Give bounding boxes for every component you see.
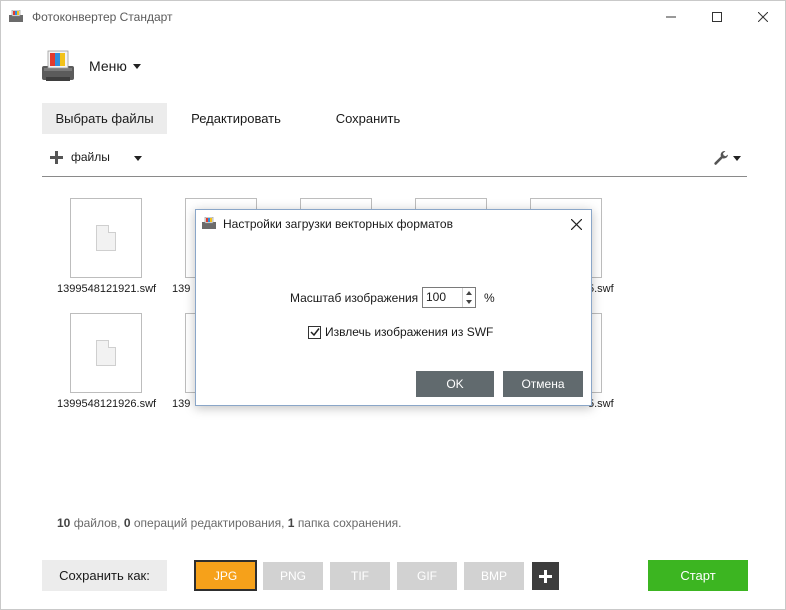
tab-edit[interactable]: Редактировать — [179, 103, 293, 134]
close-button[interactable] — [740, 1, 786, 32]
checkmark-icon — [309, 328, 320, 337]
chevron-up-icon — [466, 290, 472, 295]
minimize-icon — [666, 16, 676, 17]
app-logo-icon — [42, 50, 74, 81]
add-format-button[interactable] — [532, 562, 559, 590]
scale-label: Масштаб изображения — [290, 291, 419, 305]
dialog-close-button[interactable] — [567, 215, 585, 233]
chevron-down-icon — [132, 63, 141, 69]
main-window: Фотоконвертер Стандарт Меню Выбрать файл… — [0, 0, 786, 610]
format-gif-button[interactable]: GIF — [397, 562, 457, 590]
maximize-icon — [712, 11, 722, 22]
spin-up-button[interactable] — [463, 288, 475, 298]
minimize-button[interactable] — [648, 1, 694, 32]
close-icon — [570, 218, 582, 230]
tab-select-files[interactable]: Выбрать файлы — [42, 103, 167, 134]
chevron-down-icon — [733, 155, 741, 161]
add-files-button[interactable]: файлы — [50, 150, 110, 164]
menu-label: Меню — [89, 58, 127, 74]
files-dropdown-chevron-icon[interactable] — [134, 156, 142, 161]
format-bmp-button[interactable]: BMP — [464, 562, 524, 590]
close-icon — [758, 11, 768, 22]
checkbox[interactable] — [308, 325, 321, 339]
title-bar: Фотоконвертер Стандарт — [1, 1, 785, 33]
thumbnail-frame — [70, 313, 142, 393]
app-icon — [202, 217, 216, 229]
add-files-label: файлы — [71, 150, 110, 164]
wrench-icon — [714, 151, 728, 165]
folders-text: папка сохранения. — [297, 516, 402, 530]
maximize-button[interactable] — [694, 1, 740, 32]
window-title: Фотоконвертер Стандарт — [32, 10, 173, 24]
file-name: 1399548121921.swf — [57, 283, 157, 295]
toolbar-divider — [42, 176, 747, 177]
app-icon — [9, 10, 23, 22]
spin-down-button[interactable] — [463, 298, 475, 308]
scale-unit: % — [484, 291, 495, 305]
folders-count: 1 — [287, 516, 295, 530]
start-button[interactable]: Старт — [648, 560, 748, 591]
settings-button[interactable] — [713, 150, 743, 166]
ops-text: операций редактирования, — [133, 516, 285, 530]
menu-button[interactable]: Меню — [89, 58, 141, 74]
ok-button[interactable]: OK — [416, 371, 494, 397]
save-as-label: Сохранить как: — [42, 560, 167, 591]
format-jpg-button[interactable]: JPG — [194, 560, 257, 591]
document-icon — [96, 340, 116, 366]
plus-icon — [539, 569, 552, 583]
plus-icon — [50, 150, 63, 164]
document-icon — [96, 225, 116, 251]
files-text: файлов, — [73, 516, 121, 530]
format-tif-button[interactable]: TIF — [330, 562, 390, 590]
status-line: 10 файлов, 0 операций редактирования, 1 … — [57, 516, 402, 530]
ops-count: 0 — [123, 516, 131, 530]
scale-spinbox[interactable]: 100 — [422, 287, 476, 308]
cancel-button[interactable]: Отмена — [503, 371, 583, 397]
dialog-title: Настройки загрузки векторных форматов — [223, 217, 453, 231]
file-thumbnail[interactable]: 1399548121926.swf — [42, 313, 157, 410]
extract-swf-label: Извлечь изображения из SWF — [325, 325, 494, 339]
tab-save[interactable]: Сохранить — [323, 103, 413, 134]
chevron-down-icon — [466, 300, 472, 305]
file-name: 1399548121926.swf — [57, 398, 157, 410]
file-thumbnail[interactable]: 1399548121921.swf — [42, 198, 157, 295]
spin-arrows — [462, 288, 475, 307]
format-png-button[interactable]: PNG — [263, 562, 323, 590]
files-count: 10 — [57, 516, 71, 530]
scale-value[interactable]: 100 — [423, 288, 462, 307]
thumbnail-frame — [70, 198, 142, 278]
vector-settings-dialog: Настройки загрузки векторных форматов Ма… — [195, 209, 592, 406]
extract-swf-checkbox[interactable]: Извлечь изображения из SWF — [308, 325, 493, 339]
